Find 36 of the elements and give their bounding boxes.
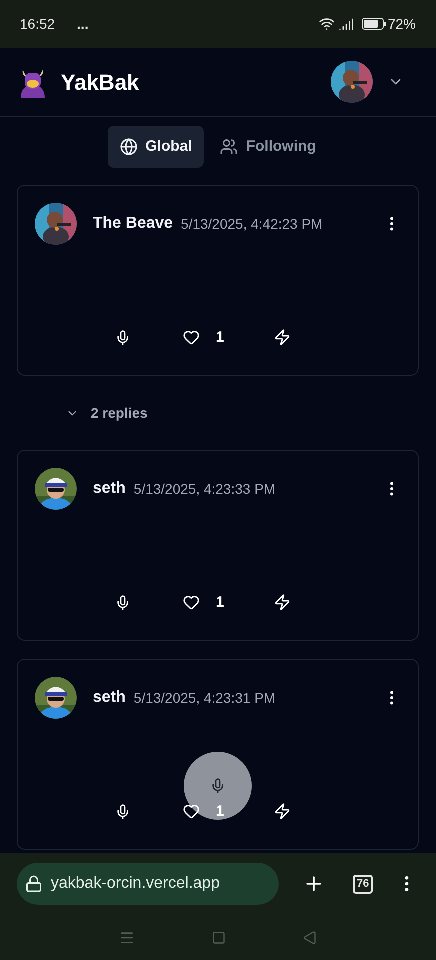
wifi-icon (318, 16, 335, 32)
heart-icon (183, 329, 200, 346)
author-name: seth (93, 479, 126, 499)
heart-icon (183, 803, 200, 820)
url-text: yakbak-orcin.vercel.app (51, 874, 220, 894)
tab-count[interactable]: 76 (353, 874, 374, 894)
overflow-text: ... (77, 14, 89, 34)
lightning-icon[interactable] (274, 594, 292, 612)
like-button[interactable]: 1 (183, 592, 224, 614)
microphone-icon[interactable] (115, 804, 131, 820)
signal-icon (338, 16, 354, 32)
heart-icon (183, 594, 200, 612)
home-icon[interactable] (212, 930, 226, 944)
clock: 16:52 (20, 14, 56, 34)
tab[interactable]: Following (208, 126, 328, 168)
address-bar[interactable]: yakbak-orcin.vercel.app (17, 863, 279, 905)
lightning-icon[interactable] (274, 329, 292, 346)
people-icon (220, 138, 238, 156)
globe-icon (120, 138, 138, 156)
microphone-icon (210, 778, 226, 794)
replies-toggle[interactable]: 2 replies (66, 376, 436, 450)
lightning-icon[interactable] (274, 803, 292, 820)
back-icon[interactable] (303, 930, 318, 944)
battery-percent: 72% (388, 14, 416, 34)
timestamp: 5/13/2025, 4:23:33 PM (134, 480, 276, 498)
battery-icon (362, 18, 386, 30)
microphone-icon[interactable] (115, 330, 131, 346)
like-button[interactable]: 1 (183, 326, 224, 349)
lock-icon (25, 875, 43, 893)
author-name: The Beave (93, 214, 174, 234)
tab[interactable]: Global (108, 126, 204, 168)
author-name: seth (93, 688, 126, 708)
timestamp: 5/13/2025, 4:23:31 PM (134, 688, 276, 708)
timestamp: 5/13/2025, 4:42:23 PM (181, 214, 323, 234)
app-title: YakBak (61, 68, 140, 96)
microphone-icon[interactable] (115, 594, 131, 611)
